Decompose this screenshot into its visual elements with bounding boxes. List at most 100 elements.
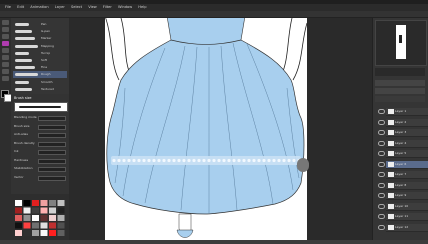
eye-icon[interactable] — [378, 193, 385, 198]
color-swatch[interactable] — [15, 215, 22, 221]
property-slider[interactable] — [38, 167, 66, 172]
color-swatch[interactable] — [15, 230, 22, 236]
tool-property-row[interactable]: Blending mode — [14, 114, 66, 121]
subtool-brush-item[interactable]: Smooth — [13, 79, 67, 86]
color-swatch[interactable] — [32, 230, 39, 236]
subtool-brush-item[interactable]: G-pen — [13, 28, 67, 35]
color-swatch[interactable] — [40, 200, 48, 206]
color-swatch[interactable] — [49, 215, 56, 221]
layer-row[interactable]: Layer 1 — [386, 108, 428, 116]
layer-row[interactable]: Layer 9 — [386, 192, 428, 200]
eye-icon[interactable] — [378, 140, 385, 146]
fill-tool-icon[interactable] — [2, 62, 9, 67]
eye-icon[interactable] — [378, 172, 385, 177]
property-slider[interactable] — [38, 124, 66, 130]
ruler-tool-icon[interactable] — [2, 76, 9, 81]
color-swatch[interactable] — [23, 230, 31, 236]
subtool-brush-item[interactable]: Rough — [13, 71, 67, 79]
eye-icon[interactable] — [378, 119, 385, 125]
menu-animation[interactable]: Animation — [30, 5, 48, 9]
color-swatch[interactable] — [57, 200, 65, 206]
layer-row[interactable]: Layer 4 — [386, 139, 428, 148]
eye-icon[interactable] — [378, 203, 385, 209]
subtool-brush-item[interactable]: Pen — [13, 21, 67, 28]
move-tool-icon[interactable] — [2, 27, 9, 32]
color-swatch[interactable] — [23, 207, 31, 214]
menu-select[interactable]: Select — [71, 5, 82, 9]
tool-property-row[interactable]: Ink — [14, 148, 66, 155]
eraser-tool-icon[interactable] — [2, 55, 9, 60]
layer-row[interactable]: Layer 2 — [386, 118, 428, 127]
color-swatch[interactable] — [15, 222, 22, 229]
zoom-tool-icon[interactable] — [2, 20, 9, 25]
eye-icon[interactable] — [378, 224, 385, 230]
tool-property-row[interactable]: Stabilization — [14, 165, 66, 172]
color-swatch[interactable] — [49, 200, 56, 206]
color-swatch[interactable] — [32, 222, 39, 229]
subtool-brush-item[interactable]: Marker — [13, 35, 67, 42]
color-swatch[interactable] — [15, 200, 22, 206]
color-swatch[interactable] — [57, 230, 65, 236]
subtool-brush-item[interactable]: Textured — [13, 86, 67, 93]
pen-tool-icon[interactable] — [2, 41, 9, 46]
property-slider[interactable] — [38, 133, 66, 138]
menu-edit[interactable]: Edit — [17, 5, 24, 9]
color-swatch[interactable] — [49, 222, 56, 229]
property-slider[interactable] — [38, 150, 66, 155]
color-swatch[interactable] — [57, 207, 65, 214]
layer-row[interactable]: Layer 8 — [386, 181, 428, 190]
eye-icon[interactable] — [378, 151, 385, 156]
color-swatch[interactable] — [40, 230, 48, 236]
property-slider[interactable] — [38, 158, 66, 164]
color-swatches[interactable] — [11, 194, 69, 240]
color-swatch[interactable] — [32, 207, 39, 214]
eye-icon[interactable] — [378, 182, 385, 188]
menu-filter[interactable]: Filter — [103, 5, 112, 9]
menu-window[interactable]: Window — [118, 5, 132, 9]
opacity-slider[interactable] — [375, 88, 425, 94]
color-swatch[interactable] — [15, 207, 22, 214]
color-swatch[interactable] — [40, 207, 48, 214]
color-swatch[interactable] — [32, 215, 39, 221]
canvas-paper[interactable] — [105, 18, 307, 240]
subtool-brush-item[interactable]: Fine — [13, 64, 67, 71]
color-swatch[interactable] — [32, 200, 39, 206]
layer-row[interactable]: Layer 11 — [386, 213, 428, 221]
color-swatch[interactable] — [23, 215, 31, 221]
text-tool-icon[interactable] — [2, 69, 9, 74]
eye-icon[interactable] — [378, 109, 385, 114]
color-swatch[interactable] — [23, 200, 31, 206]
menu-view[interactable]: View — [88, 5, 97, 9]
property-slider[interactable] — [38, 141, 66, 147]
color-swatch[interactable] — [40, 222, 48, 229]
layer-row[interactable]: Layer 10 — [386, 202, 428, 211]
subtool-brush-item[interactable]: Soft — [13, 57, 67, 64]
brush-tool-icon[interactable] — [2, 48, 9, 53]
layer-row[interactable]: Layer 7 — [386, 171, 428, 179]
color-swatch[interactable] — [49, 230, 56, 236]
eye-icon[interactable] — [378, 130, 385, 135]
subtool-brush-item[interactable]: Turnip — [13, 50, 67, 57]
menu-help[interactable]: Help — [138, 5, 146, 9]
zoom-navigator-badge[interactable] — [297, 158, 309, 172]
tool-property-row[interactable]: Hardness — [14, 157, 66, 164]
eye-icon[interactable] — [378, 161, 385, 167]
blend-mode-select[interactable] — [375, 80, 425, 86]
menu-file[interactable]: File — [5, 5, 11, 9]
layer-row[interactable]: Layer 6 — [386, 160, 428, 169]
color-swatch[interactable] — [57, 222, 65, 229]
eye-icon[interactable] — [378, 214, 385, 219]
property-slider[interactable] — [38, 175, 66, 181]
navigator-preview[interactable] — [375, 20, 427, 66]
tool-property-row[interactable]: Brush size — [14, 123, 66, 130]
property-slider[interactable] — [38, 116, 66, 121]
tool-property-row[interactable]: Vector — [14, 174, 66, 181]
tool-property-row[interactable]: Brush density — [14, 140, 66, 147]
layer-row[interactable]: Layer 3 — [386, 129, 428, 137]
color-swatch[interactable] — [23, 222, 31, 229]
layer-row[interactable]: Layer 5 — [386, 150, 428, 158]
subtool-brush-item[interactable]: Mapping — [13, 43, 67, 50]
layer-row[interactable]: Layer 12 — [386, 223, 428, 232]
color-swatch[interactable] — [40, 215, 48, 221]
color-indicator[interactable] — [0, 90, 12, 110]
